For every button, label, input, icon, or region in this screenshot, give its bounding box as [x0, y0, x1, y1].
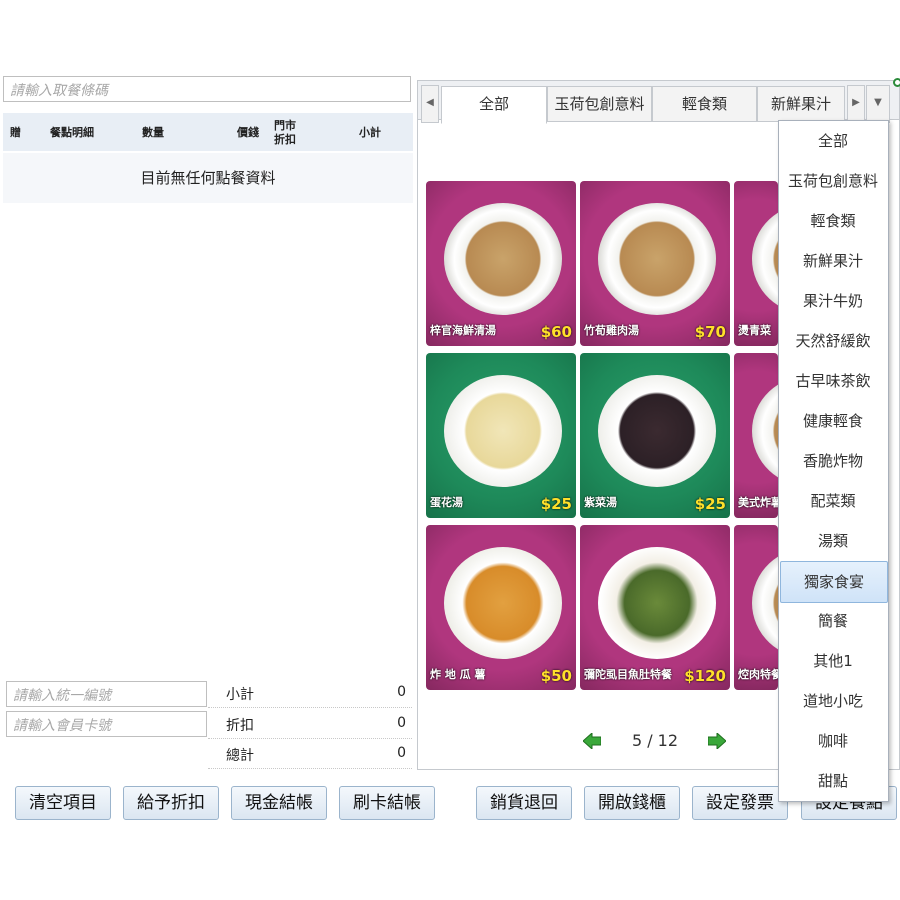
dropdown-item[interactable]: 配菜類	[779, 481, 887, 521]
member-card-input[interactable]: 請輸入會員卡號	[6, 711, 207, 737]
product-tile[interactable]: 梓官海鮮清湯 $60	[426, 181, 576, 346]
product-name: 紫菜湯	[584, 496, 617, 509]
col-subtotal: 小計	[359, 126, 381, 139]
tab-scroll-left-icon[interactable]: ◀	[421, 85, 439, 123]
tax-id-input[interactable]: 請輸入統一編號	[6, 681, 207, 707]
dropdown-item[interactable]: 香脆炸物	[779, 441, 887, 481]
category-tabbar: ◀ 全部 玉荷包創意料 輕食類 新鮮果汁 ▶ ▼	[417, 80, 900, 124]
sales-return-button[interactable]: 銷貨退回	[476, 786, 572, 820]
dropdown-item[interactable]: 古早味茶飲	[779, 361, 887, 401]
product-price: $25	[694, 495, 726, 513]
open-drawer-button[interactable]: 開啟錢櫃	[584, 786, 680, 820]
set-invoice-button[interactable]: 設定發票	[692, 786, 788, 820]
subtotal-value: 0	[397, 684, 406, 700]
card-checkout-button[interactable]: 刷卡結帳	[339, 786, 435, 820]
discount-row: 折扣 0	[208, 709, 412, 739]
product-tile[interactable]: 燙青菜	[734, 181, 778, 346]
total-value: 0	[397, 745, 406, 761]
food-plate-image	[444, 547, 562, 659]
product-price: $70	[694, 323, 726, 341]
dropdown-item[interactable]: 天然舒緩飲	[779, 321, 887, 361]
col-qty: 數量	[142, 126, 164, 139]
col-discount-line2: 折扣	[274, 133, 296, 146]
product-tile[interactable]: 焢肉特餐	[734, 525, 778, 690]
product-price: $120	[684, 667, 726, 685]
product-tile[interactable]: 紫菜湯 $25	[580, 353, 730, 518]
tab-fresh-juice[interactable]: 新鮮果汁	[757, 86, 845, 122]
tab-light-food[interactable]: 輕食類	[652, 86, 757, 122]
dropdown-item[interactable]: 道地小吃	[779, 681, 887, 721]
cash-checkout-button[interactable]: 現金結帳	[231, 786, 327, 820]
food-plate-image	[598, 375, 716, 487]
dropdown-item[interactable]: 果汁牛奶	[779, 281, 887, 321]
food-plate-image	[752, 203, 778, 315]
product-price: $60	[540, 323, 572, 341]
product-tile[interactable]: 美式炸薯	[734, 353, 778, 518]
product-name: 竹荀雞肉湯	[584, 324, 639, 337]
tab-creative[interactable]: 玉荷包創意料	[547, 86, 652, 122]
dropdown-item[interactable]: 新鮮果汁	[779, 241, 887, 281]
barcode-input[interactable]: 請輸入取餐條碼	[3, 76, 411, 102]
dropdown-item[interactable]: 全部	[779, 121, 887, 161]
pager-next-icon[interactable]	[707, 731, 727, 753]
product-name: 燙青菜	[738, 324, 771, 337]
product-tile[interactable]: 竹荀雞肉湯 $70	[580, 181, 730, 346]
dropdown-item[interactable]: 咖啡	[779, 721, 887, 761]
food-plate-image	[598, 203, 716, 315]
food-plate-image	[752, 375, 778, 487]
product-name: 彌陀虱目魚肚特餐	[584, 668, 672, 681]
dropdown-item[interactable]: 輕食類	[779, 201, 887, 241]
product-price: $50	[540, 667, 572, 685]
food-plate-image	[444, 375, 562, 487]
dropdown-item[interactable]: 玉荷包創意料	[779, 161, 887, 201]
food-plate-image	[598, 547, 716, 659]
product-price: $25	[540, 495, 572, 513]
product-name: 美式炸薯	[738, 496, 778, 509]
product-name: 焢肉特餐	[738, 668, 778, 681]
dropdown-item[interactable]: 獨家食宴	[780, 561, 888, 603]
subtotal-label: 小計	[226, 687, 254, 703]
order-table-header: 贈 餐點明細 數量 價錢 門市 折扣 小計	[3, 113, 413, 151]
tab-scroll-right-icon[interactable]: ▶	[847, 85, 865, 123]
product-tile[interactable]: 彌陀虱目魚肚特餐 $120	[580, 525, 730, 690]
product-name: 梓官海鮮清湯	[430, 324, 496, 337]
col-price: 價錢	[237, 126, 259, 139]
tab-all[interactable]: 全部	[441, 86, 547, 124]
clear-items-button[interactable]: 清空項目	[15, 786, 111, 820]
dropdown-item[interactable]: 湯類	[779, 521, 887, 561]
food-plate-image	[752, 547, 778, 659]
dropdown-item[interactable]: 甜點	[779, 761, 887, 801]
col-gift: 贈	[10, 126, 21, 139]
total-row: 總計 0	[208, 739, 412, 769]
category-dropdown: 全部 玉荷包創意料 輕食類 新鮮果汁 果汁牛奶 天然舒緩飲 古早味茶飲 健康輕食 香脆炸物 配菜類…	[778, 120, 889, 802]
tab-dropdown-toggle-icon[interactable]: ▼	[866, 85, 890, 123]
dropdown-item[interactable]: 健康輕食	[779, 401, 887, 441]
total-label: 總計	[226, 748, 254, 764]
discount-value: 0	[397, 715, 406, 731]
subtotal-row: 小計 0	[208, 678, 412, 708]
dropdown-item[interactable]: 其他1	[779, 641, 887, 681]
dropdown-item[interactable]: 簡餐	[779, 601, 887, 641]
pager-prev-icon[interactable]	[582, 731, 602, 753]
status-indicator-icon	[893, 78, 900, 87]
discount-label: 折扣	[226, 718, 254, 734]
col-item: 餐點明細	[50, 126, 94, 139]
order-empty-message: 目前無任何點餐資料	[3, 153, 413, 203]
food-plate-image	[444, 203, 562, 315]
pager-text: 5 / 12	[631, 731, 679, 750]
product-name: 蛋花湯	[430, 496, 463, 509]
product-tile[interactable]: 蛋花湯 $25	[426, 353, 576, 518]
give-discount-button[interactable]: 給予折扣	[123, 786, 219, 820]
product-tile[interactable]: 炸 地 瓜 薯 $50	[426, 525, 576, 690]
product-name: 炸 地 瓜 薯	[430, 668, 486, 681]
